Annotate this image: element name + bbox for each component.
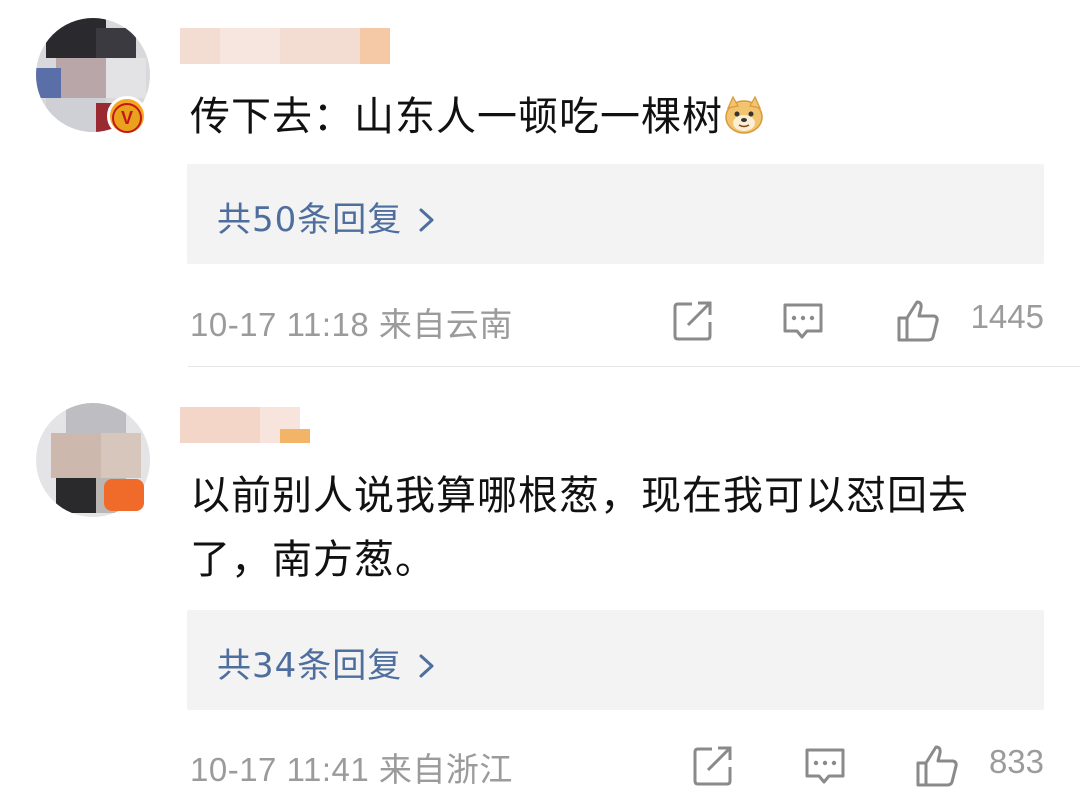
- doge-emoji-icon: [725, 95, 763, 134]
- comment-icon[interactable]: [802, 743, 848, 789]
- replies-label: 共34条回复: [217, 646, 403, 686]
- share-icon[interactable]: [670, 298, 716, 344]
- like-count: 833: [988, 743, 1044, 780]
- comment-item: V 传下去：山东人一顿吃一棵树 共50条回复 10-17 11:18 来自云南: [0, 0, 1080, 366]
- thumbs-up-icon[interactable]: [895, 298, 941, 344]
- chevron-right-icon: [418, 204, 436, 239]
- username-blurred[interactable]: [180, 28, 400, 64]
- replies-link[interactable]: 共50条回复: [187, 164, 1044, 264]
- chevron-right-icon: [418, 650, 436, 685]
- comment-text: 传下去：山东人一顿吃一棵树: [190, 88, 765, 146]
- verified-badge: V: [107, 96, 147, 136]
- comment-text: 以前别人说我算哪根葱，现在我可以怼回去 了，南方葱。: [190, 473, 969, 583]
- comment-item: 以前别人说我算哪根葱，现在我可以怼回去 了，南方葱。 共34条回复 10-17 …: [0, 367, 1080, 788]
- timestamp-location: 10-17 11:41 来自浙江: [190, 751, 513, 788]
- replies-link[interactable]: 共34条回复: [187, 610, 1044, 710]
- user-level-badge: [104, 479, 144, 511]
- comment-meta: 10-17 11:41 来自浙江 833: [190, 743, 1044, 793]
- comment-meta: 10-17 11:18 来自云南 1445: [190, 298, 1044, 348]
- username-blurred[interactable]: [180, 407, 330, 443]
- comment-icon[interactable]: [780, 298, 826, 344]
- timestamp-location: 10-17 11:18 来自云南: [190, 306, 513, 343]
- like-count: 1445: [970, 298, 1044, 335]
- share-icon[interactable]: [690, 743, 736, 789]
- thumbs-up-icon[interactable]: [914, 743, 960, 789]
- replies-label: 共50条回复: [217, 200, 403, 240]
